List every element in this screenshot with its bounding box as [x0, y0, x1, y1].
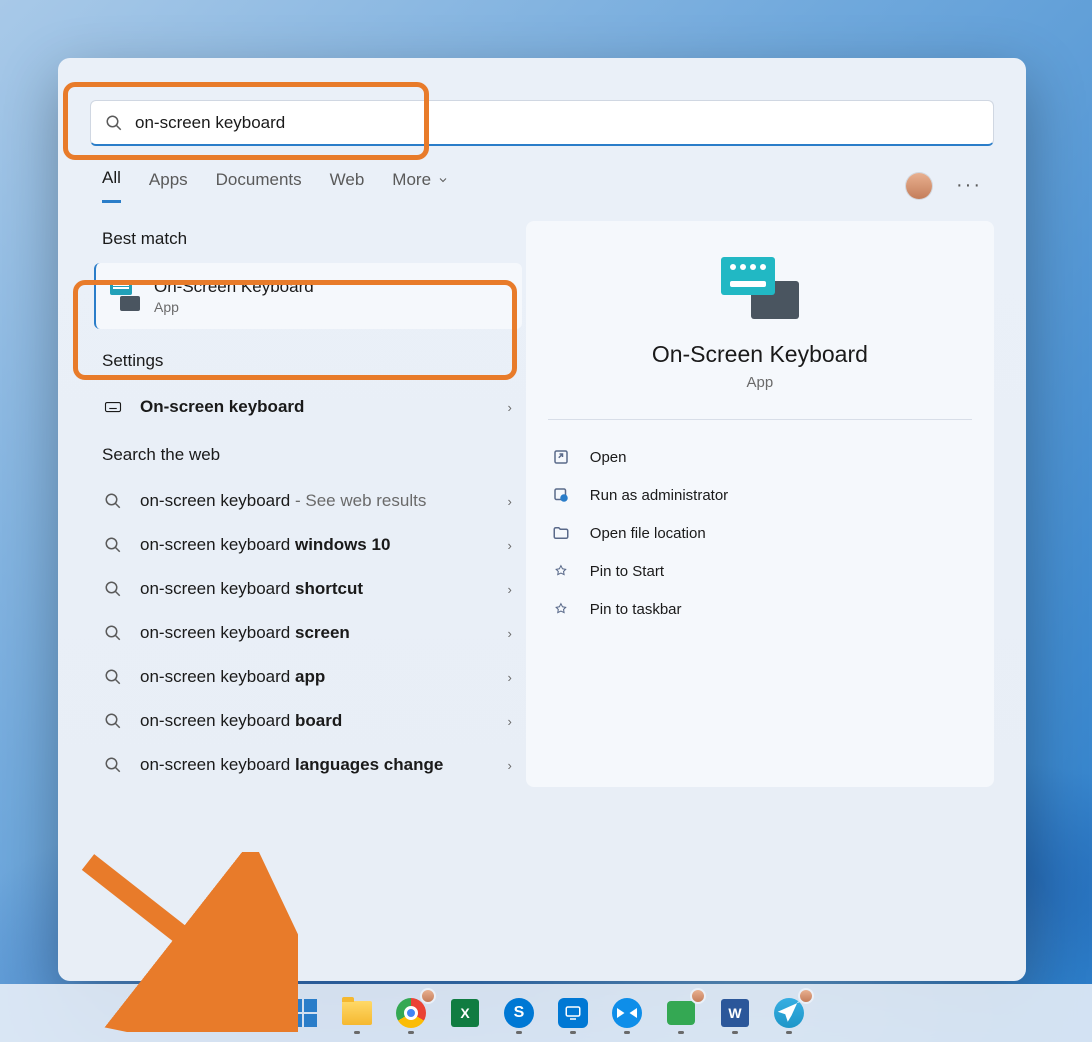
skype-button[interactable]: S	[496, 990, 542, 1036]
telegram-icon	[774, 998, 804, 1028]
best-match-result[interactable]: On-Screen Keyboard App	[94, 263, 522, 329]
remote-desktop-button[interactable]	[550, 990, 596, 1036]
monitor-icon	[564, 1004, 582, 1022]
web-result-1[interactable]: on-screen keyboard windows 10 ›	[90, 523, 526, 567]
action-pin-start[interactable]: Pin to Start	[548, 552, 972, 590]
user-avatar[interactable]	[906, 173, 932, 199]
preview-title: On-Screen Keyboard	[548, 341, 972, 368]
teamviewer-icon	[612, 998, 642, 1028]
open-icon	[552, 448, 570, 466]
action-label: Pin to taskbar	[590, 601, 682, 618]
section-best-match: Best match	[102, 229, 526, 249]
search-input[interactable]	[135, 113, 979, 133]
chevron-right-icon: ›	[507, 670, 511, 685]
section-settings: Settings	[102, 351, 526, 371]
web-result-0[interactable]: on-screen keyboard - See web results ›	[90, 479, 526, 523]
action-open-location[interactable]: Open file location	[548, 514, 972, 552]
best-match-subtitle: App	[154, 299, 314, 315]
search-icon	[104, 536, 122, 554]
tab-documents[interactable]: Documents	[216, 170, 302, 202]
pin-icon	[552, 562, 570, 580]
file-explorer-button[interactable]	[334, 990, 380, 1036]
web-result-text: on-screen keyboard screen	[140, 623, 512, 643]
web-result-4[interactable]: on-screen keyboard app ›	[90, 655, 526, 699]
folder-icon	[552, 524, 570, 542]
action-label: Pin to Start	[590, 563, 664, 580]
chevron-right-icon: ›	[507, 626, 511, 641]
web-result-text: on-screen keyboard board	[140, 711, 512, 731]
tab-more[interactable]: More	[392, 170, 449, 202]
keyboard-icon	[104, 398, 122, 416]
settings-item-label: On-screen keyboard	[140, 397, 512, 417]
chevron-right-icon: ›	[507, 494, 511, 509]
preview-subtitle: App	[548, 374, 972, 391]
search-icon	[104, 492, 122, 510]
chevron-right-icon: ›	[507, 758, 511, 773]
chevron-right-icon: ›	[507, 400, 511, 415]
web-result-5[interactable]: on-screen keyboard board ›	[90, 699, 526, 743]
search-icon	[104, 668, 122, 686]
chrome-button[interactable]	[388, 990, 434, 1036]
search-icon	[104, 580, 122, 598]
action-label: Run as administrator	[590, 487, 728, 504]
teamviewer-button[interactable]	[604, 990, 650, 1036]
taskbar: X S W	[0, 984, 1092, 1042]
action-label: Open file location	[590, 525, 706, 542]
search-icon	[104, 624, 122, 642]
chevron-right-icon: ›	[507, 714, 511, 729]
filter-tabs: All Apps Documents Web More ···	[58, 146, 1026, 203]
web-result-text: on-screen keyboard app	[140, 667, 512, 687]
search-bar[interactable]	[90, 100, 994, 146]
web-result-text: on-screen keyboard windows 10	[140, 535, 512, 555]
chevron-right-icon: ›	[507, 582, 511, 597]
action-open[interactable]: Open	[548, 438, 972, 476]
tab-apps[interactable]: Apps	[149, 170, 188, 202]
action-run-admin[interactable]: Run as administrator	[548, 476, 972, 514]
search-icon	[105, 114, 123, 132]
action-pin-taskbar[interactable]: Pin to taskbar	[548, 590, 972, 628]
web-result-2[interactable]: on-screen keyboard shortcut ›	[90, 567, 526, 611]
web-result-3[interactable]: on-screen keyboard screen ›	[90, 611, 526, 655]
web-result-6[interactable]: on-screen keyboard languages change ›	[90, 743, 526, 787]
pin-icon	[552, 600, 570, 618]
web-result-text: on-screen keyboard shortcut	[140, 579, 512, 599]
start-search-panel: All Apps Documents Web More ··· Best mat…	[58, 58, 1026, 981]
tab-all[interactable]: All	[102, 168, 121, 203]
excel-button[interactable]: X	[442, 990, 488, 1036]
divider	[548, 419, 972, 420]
on-screen-keyboard-icon	[110, 281, 140, 311]
search-icon	[104, 756, 122, 774]
chevron-down-icon	[437, 174, 449, 186]
action-label: Open	[590, 449, 627, 466]
web-result-text: on-screen keyboard languages change	[140, 755, 512, 775]
tab-web[interactable]: Web	[330, 170, 365, 202]
word-button[interactable]: W	[712, 990, 758, 1036]
best-match-title: On-Screen Keyboard	[154, 277, 314, 297]
chat-button[interactable]	[658, 990, 704, 1036]
more-options-button[interactable]: ···	[956, 174, 982, 197]
results-column: Best match On-Screen Keyboard App Settin…	[90, 221, 526, 787]
telegram-button[interactable]	[766, 990, 812, 1036]
on-screen-keyboard-large-icon	[721, 257, 799, 319]
start-button[interactable]	[280, 990, 326, 1036]
settings-result-on-screen-keyboard[interactable]: On-screen keyboard ›	[90, 385, 526, 429]
section-search-web: Search the web	[102, 445, 526, 465]
preview-pane: On-Screen Keyboard App Open Run as admin…	[526, 221, 994, 787]
shield-icon	[552, 486, 570, 504]
chevron-right-icon: ›	[507, 538, 511, 553]
search-icon	[104, 712, 122, 730]
web-result-text: on-screen keyboard - See web results	[140, 491, 512, 511]
